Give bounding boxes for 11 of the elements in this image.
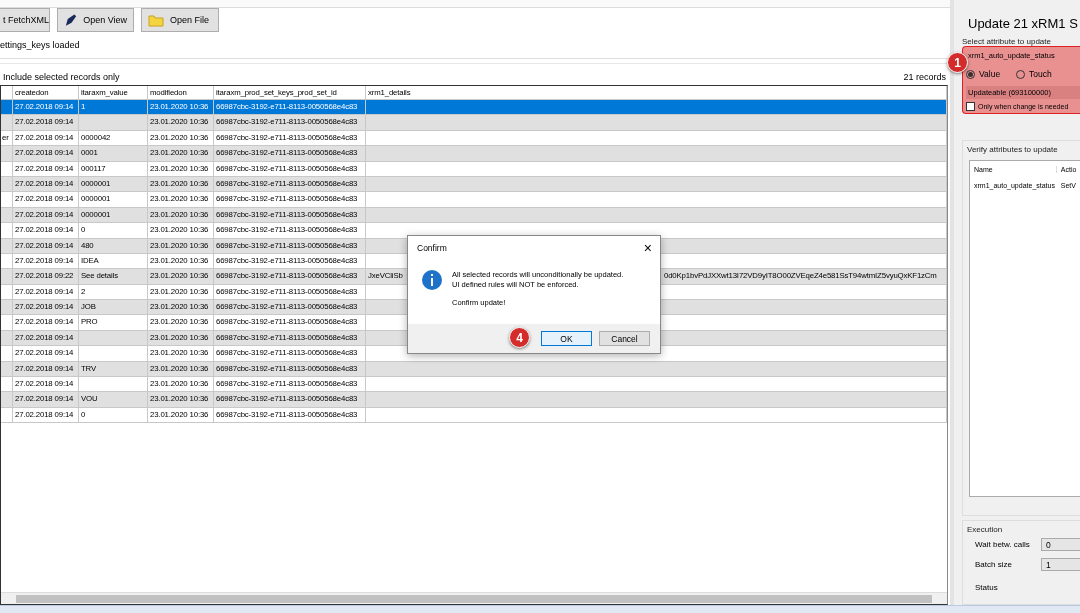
status-message: ettings_keys loaded bbox=[0, 40, 80, 50]
record-count: 21 records bbox=[903, 72, 946, 82]
field-label: Wait betw. calls bbox=[975, 539, 1031, 549]
group-label: Execution bbox=[967, 525, 1004, 534]
field-label: Status bbox=[975, 582, 999, 592]
group-label: Verify attributes to update bbox=[967, 145, 1059, 154]
field-label: Batch size bbox=[975, 559, 1013, 569]
group-label: Select attribute to update bbox=[962, 37, 1052, 46]
panel-title: Update 21 xRM1 S bbox=[967, 15, 1079, 33]
dialog-title: Confirm bbox=[417, 243, 447, 253]
include-selected-label: Include selected records only bbox=[3, 72, 120, 82]
